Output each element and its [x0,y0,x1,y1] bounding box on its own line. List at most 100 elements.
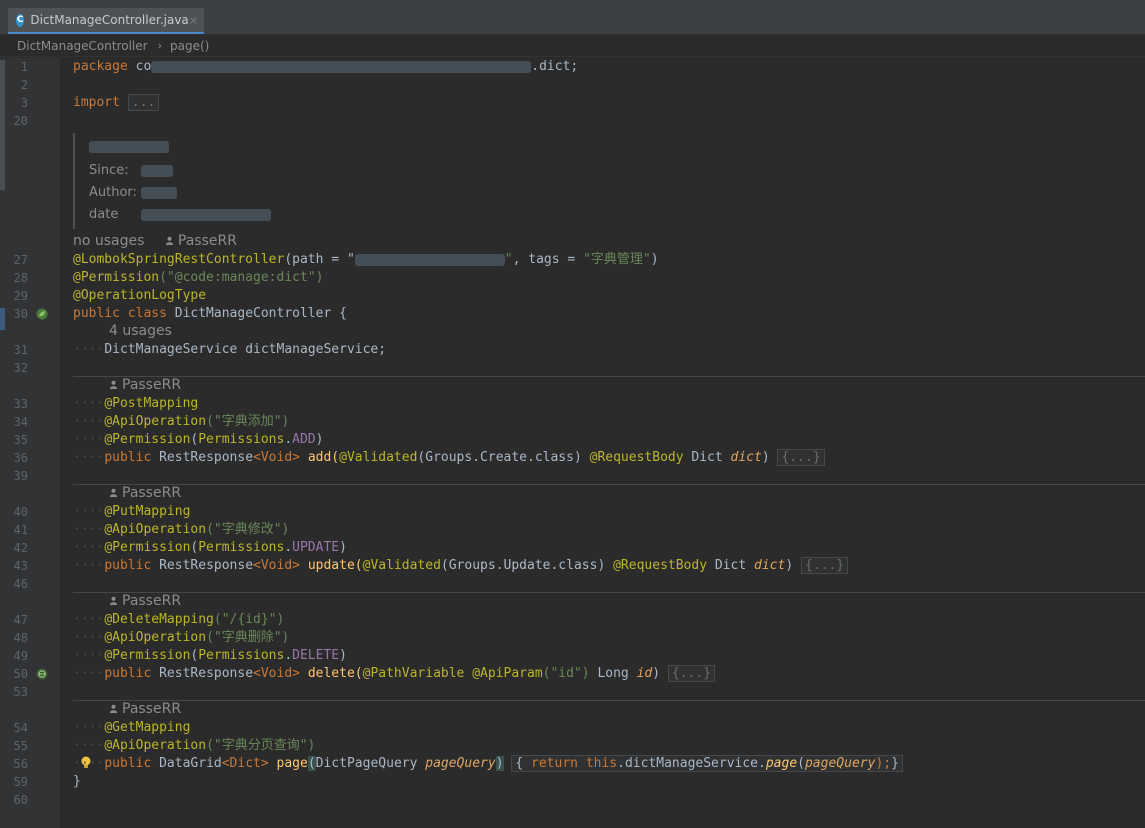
inlay-hint-author[interactable]: PasseRR [109,485,181,501]
web-endpoint-icon[interactable] [36,668,48,680]
code-line-60[interactable]: 60 [0,791,28,809]
annotation-apioperation: @ApiOperation [104,630,207,645]
code-line-2[interactable]: 2 [0,76,28,94]
folded-imports[interactable]: ... [127,94,160,111]
author-hint[interactable]: PasseRR [178,233,237,249]
inlay-hint-author[interactable]: PasseRR [109,377,181,393]
code-line-42[interactable]: 42 ····@Permission(Permissions.UPDATE) [0,539,347,557]
line-number: 36 [13,451,28,465]
editor-tab-bar: C DictManageController.java × [0,6,1145,35]
code-line-55[interactable]: 55 ····@ApiOperation("字典分页查询") [0,737,316,755]
code-line-35[interactable]: 35 ····@Permission(Permissions.ADD) [0,431,324,449]
code-line-3[interactable]: 3 import ... [0,94,160,112]
author-hint[interactable]: PasseRR [122,701,181,717]
user-icon [109,596,118,605]
code-line-34[interactable]: 34 ····@ApiOperation("字典添加") [0,413,290,431]
code-line-39[interactable]: 39 [0,467,28,485]
code-line-29[interactable]: 29 @OperationLogType [0,287,207,305]
code-line-50[interactable]: 50 ····public RestResponse<Void> delete(… [0,665,716,683]
close-paren: ) [339,540,347,555]
user-icon [109,704,118,713]
code-line-48[interactable]: 48 ····@ApiOperation("字典删除") [0,629,290,647]
annotation-postmapping: @PostMapping [104,396,199,411]
code-line-56[interactable]: 56 ····public DataGrid<Dict> page(DictPa… [0,755,903,773]
close-semicolon: ); [875,756,892,771]
folded-body[interactable]: {...} [800,557,849,574]
package-tail: .dict; [531,59,579,74]
code-line-59[interactable]: 59 } [0,773,81,791]
indent-guide: ···· [73,648,105,663]
line-number: 47 [13,613,28,627]
method-update: update( [300,558,363,573]
line-number: 50 [13,667,28,681]
code-line-32[interactable]: 32 [0,359,28,377]
code-line-27[interactable]: 27 @LombokSpringRestController(path = " "… [0,251,659,269]
line-number: 43 [13,559,28,573]
code-line-46[interactable]: 46 [0,575,28,593]
code-line-49[interactable]: 49 ····@Permission(Permissions.DELETE) [0,647,347,665]
folded-open-brace: { [515,756,532,771]
code-line-54[interactable]: 54 ····@GetMapping [0,719,191,737]
breadcrumb-method[interactable]: page() [170,39,209,53]
code-line-41[interactable]: 41 ····@ApiOperation("字典修改") [0,521,290,539]
code-line-31[interactable]: 31 ····DictManageService dictManageServi… [0,341,387,359]
close-paren: ) [785,558,794,573]
indent-guide: ···· [73,342,105,357]
folded-body[interactable]: {...} [667,665,716,682]
method-separator [73,700,1145,701]
line-number: 33 [13,397,28,411]
inlay-hint-author[interactable]: PasseRR [109,593,181,609]
indent-guide: ···· [73,540,105,555]
close-icon[interactable]: × [189,14,198,27]
doc-since-label: Since: [89,163,129,178]
api-title: ("字典添加") [206,414,290,429]
breadcrumb-separator: › [157,39,162,52]
author-hint[interactable]: PasseRR [122,593,181,609]
api-title: ("字典分页查询") [206,738,316,753]
user-icon [109,488,118,497]
generic-dict: <Dict> [221,756,269,771]
tab-dictmanagecontroller[interactable]: C DictManageController.java × [8,8,204,34]
generic-void: <Void> [253,666,300,681]
type-dict: Dict [691,450,731,465]
breadcrumb-class[interactable]: DictManageController [17,39,148,53]
code-line-53[interactable]: 53 [0,683,28,701]
code-line-47[interactable]: 47 ····@DeleteMapping("/{id}") [0,611,285,629]
tab-label: DictManageController.java [30,13,189,27]
keyword-import: import [73,95,120,110]
keyword-return: return [531,756,586,771]
delete-path: ("/{id}") [213,612,285,627]
keyword-package: package [73,59,128,74]
code-line-40[interactable]: 40 ····@PutMapping [0,503,191,521]
type-datagrid: DataGrid [159,756,222,771]
type-restresponse: RestResponse [159,666,254,681]
code-line-30[interactable]: 30 public class DictManageController { [0,305,347,323]
spring-bean-icon[interactable] [36,308,48,320]
author-hint[interactable]: PasseRR [122,377,181,393]
keyword-public-class: public class [73,306,175,321]
code-line-28[interactable]: 28 @Permission("@code:manage:dict") [0,269,324,287]
path-end: " [504,252,513,267]
inlay-hint-usages[interactable]: no usages PasseRR [73,233,237,249]
permission-value: ("@code:manage:dict") [159,270,324,285]
service-ref: .dictManageService. [617,756,766,771]
code-line-33[interactable]: 33 ····@PostMapping [0,395,199,413]
inlay-hint-field[interactable]: 4 usages [109,323,172,339]
code-line-36[interactable]: 36 ····public RestResponse<Void> add(@Va… [0,449,825,467]
dot: . [284,432,293,447]
folded-body[interactable]: {...} [777,449,825,466]
author-hint[interactable]: PasseRR [122,485,181,501]
no-usages-hint[interactable]: no usages [73,233,144,249]
code-line-1[interactable]: 1 package co .dict; [0,58,578,76]
class-close-brace: } [73,774,81,789]
path-attr: (path = " [284,252,355,267]
four-usages-hint[interactable]: 4 usages [109,323,172,339]
annotation-permission: @Permission [104,540,191,555]
inlay-hint-author[interactable]: PasseRR [109,701,181,717]
annotation-apioperation: @ApiOperation [104,738,207,753]
code-line-20[interactable]: 20 [0,112,28,130]
annotation-permission: @Permission [73,270,160,285]
line-number: 29 [13,289,28,303]
code-line-43[interactable]: 43 ····public RestResponse<Void> update(… [0,557,849,575]
keyword-public: public [104,558,160,573]
